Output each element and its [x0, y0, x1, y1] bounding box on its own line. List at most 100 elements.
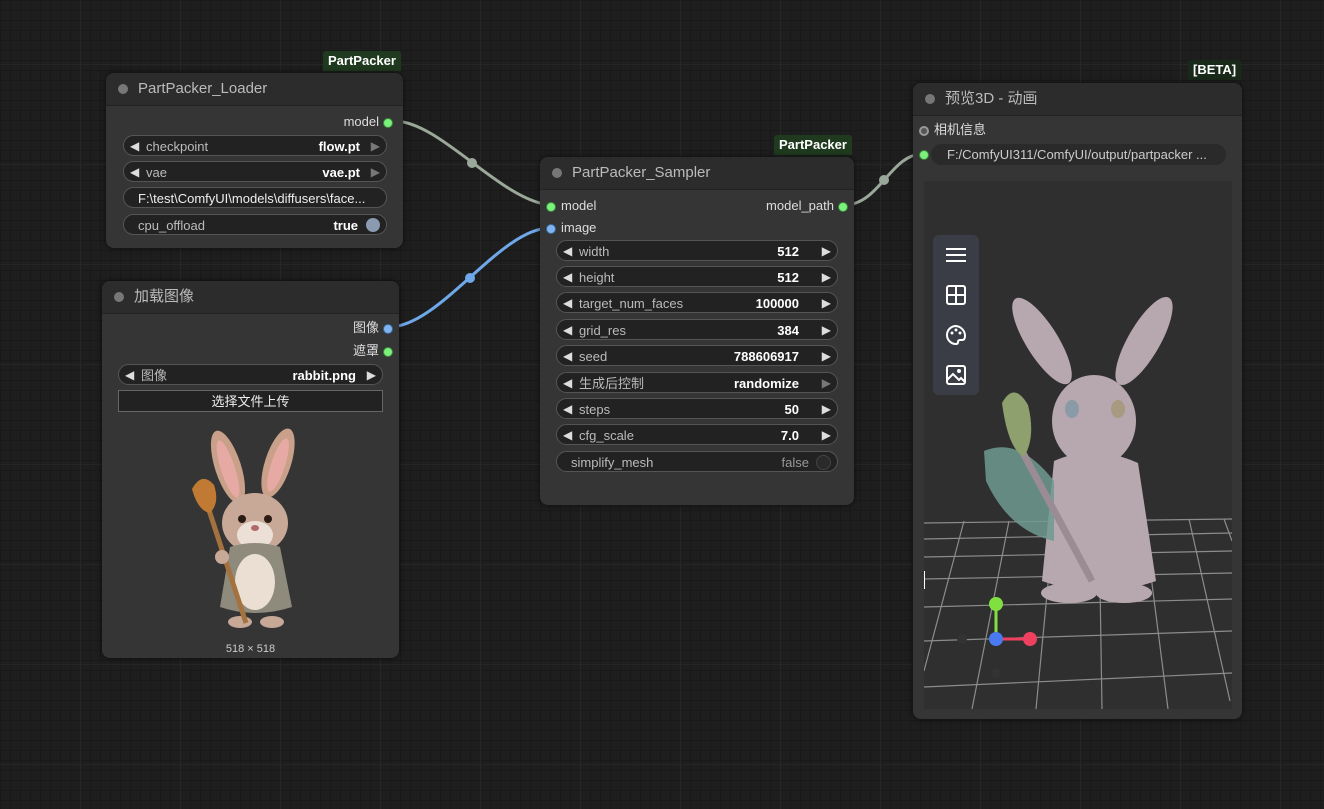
layout-grid-icon: [946, 285, 966, 305]
simplify-mesh-toggle[interactable]: simplify_mesh false: [556, 451, 838, 472]
increment-arrow-icon[interactable]: ▶: [371, 162, 380, 183]
model-file-value: F:/ComfyUI311/ComfyUI/output/partpacker …: [947, 147, 1207, 162]
decrement-arrow-icon[interactable]: ◀: [563, 320, 572, 341]
link-image-midpoint: [465, 273, 475, 283]
collapse-dot-icon[interactable]: [118, 84, 128, 94]
decrement-arrow-icon[interactable]: ◀: [563, 399, 572, 420]
input-slot-icon[interactable]: [546, 202, 556, 212]
sampler-input-model[interactable]: model: [546, 196, 666, 216]
output-slot-icon[interactable]: [838, 202, 848, 212]
loader-output-model-label: model: [343, 114, 379, 129]
widget-label: grid_res: [579, 323, 626, 338]
decrement-arrow-icon[interactable]: ◀: [563, 267, 572, 288]
increment-arrow-icon[interactable]: ▶: [822, 267, 831, 288]
widget-label: cfg_scale: [579, 428, 634, 443]
output-slot-icon[interactable]: [383, 324, 393, 334]
3d-viewer[interactable]: [924, 181, 1232, 709]
widget-label: width: [579, 244, 610, 259]
checkpoint-combo[interactable]: ◀ checkpoint flow.pt ▶: [123, 135, 387, 156]
target-num-faces-number[interactable]: ◀ target_num_faces 100000 ▶: [556, 292, 838, 313]
collapse-dot-icon[interactable]: [552, 168, 562, 178]
palette-button[interactable]: [933, 315, 979, 355]
vae-combo[interactable]: ◀ vae vae.pt ▶: [123, 161, 387, 182]
load-image-output-image[interactable]: 图像: [273, 318, 393, 338]
preview-input-camera[interactable]: 相机信息: [919, 120, 1119, 140]
cpu-offload-toggle[interactable]: cpu_offload true: [123, 214, 387, 235]
sampler-node-title[interactable]: PartPacker_Sampler: [540, 157, 854, 190]
control-after-generate-combo[interactable]: ◀ 生成后控制 randomize ▶: [556, 372, 838, 393]
input-slot-icon[interactable]: [546, 224, 556, 234]
link-model: [393, 119, 551, 207]
decrement-arrow-icon[interactable]: ◀: [130, 136, 139, 157]
increment-arrow-icon[interactable]: ▶: [822, 241, 831, 262]
decrement-arrow-icon[interactable]: ◀: [125, 365, 134, 386]
sampler-title-text: PartPacker_Sampler: [572, 164, 711, 181]
cpu-offload-label: cpu_offload: [138, 218, 205, 233]
model-path-field[interactable]: F:\test\ComfyUI\models\diffusers\face...: [123, 187, 387, 208]
preview3d-node[interactable]: 预览3D - 动画 相机信息 F:/ComfyUI311/ComfyUI/out…: [913, 83, 1242, 719]
sampler-node[interactable]: PartPacker_Sampler model image model_pat…: [540, 157, 854, 505]
collapse-dot-icon[interactable]: [925, 94, 935, 104]
palette-icon: [946, 324, 967, 346]
grid-res-number[interactable]: ◀ grid_res 384 ▶: [556, 319, 838, 340]
output-image-label: 图像: [352, 320, 379, 335]
output-model-path-label: model_path: [766, 198, 834, 213]
background-image-button[interactable]: [933, 355, 979, 395]
increment-arrow-icon[interactable]: ▶: [822, 373, 831, 394]
vae-value: vae.pt: [322, 165, 360, 180]
widget-label: steps: [579, 402, 611, 417]
decrement-arrow-icon[interactable]: ◀: [563, 293, 572, 314]
widget-value: 788606917: [733, 349, 799, 364]
cfg-scale-number[interactable]: ◀ cfg_scale 7.0 ▶: [556, 424, 838, 445]
toggle-knob-icon[interactable]: [366, 218, 380, 232]
upload-button[interactable]: 选择文件上传: [118, 390, 383, 412]
decrement-arrow-icon[interactable]: ◀: [563, 425, 572, 446]
increment-arrow-icon[interactable]: ▶: [822, 293, 831, 314]
output-slot-icon[interactable]: [383, 347, 393, 357]
link-model-midpoint: [467, 158, 477, 168]
decrement-arrow-icon[interactable]: ◀: [563, 241, 572, 262]
steps-number[interactable]: ◀ steps 50 ▶: [556, 398, 838, 419]
decrement-arrow-icon[interactable]: ◀: [563, 373, 572, 394]
simplify-mesh-label: simplify_mesh: [571, 455, 654, 470]
increment-arrow-icon[interactable]: ▶: [822, 425, 831, 446]
cpu-offload-value: true: [333, 218, 358, 233]
load-image-output-mask[interactable]: 遮罩: [273, 341, 393, 361]
seed-number[interactable]: ◀ seed 788606917 ▶: [556, 345, 838, 366]
increment-arrow-icon[interactable]: ▶: [371, 136, 380, 157]
toggle-knob-icon[interactable]: [816, 455, 831, 470]
width-number[interactable]: ◀ width 512 ▶: [556, 240, 838, 261]
widget-label: 生成后控制: [579, 376, 645, 391]
menu-icon: [946, 248, 966, 262]
sampler-input-image[interactable]: image: [546, 218, 666, 238]
widget-label: height: [579, 270, 615, 285]
decrement-arrow-icon[interactable]: ◀: [130, 162, 139, 183]
increment-arrow-icon[interactable]: ▶: [822, 399, 831, 420]
widget-value: 50: [784, 402, 799, 417]
output-slot-icon[interactable]: [383, 118, 393, 128]
link-model-path-midpoint: [879, 175, 889, 185]
load-image-node-title[interactable]: 加载图像: [102, 281, 399, 314]
layout-grid-button[interactable]: [933, 275, 979, 315]
loader-output-model[interactable]: model: [273, 112, 393, 132]
collapse-dot-icon[interactable]: [114, 292, 124, 302]
input-slot-icon[interactable]: [919, 126, 929, 136]
increment-arrow-icon[interactable]: ▶: [822, 346, 831, 367]
loader-node[interactable]: PartPacker_Loader model ◀ checkpoint flo…: [106, 73, 403, 248]
image-combo[interactable]: ◀ 图像 rabbit.png ▶: [118, 364, 383, 385]
load-image-node[interactable]: 加载图像 图像 遮罩 ◀ 图像 rabbit.png ▶ 选择文件上传 518 …: [102, 281, 399, 658]
model-file-field[interactable]: F:/ComfyUI311/ComfyUI/output/partpacker …: [931, 144, 1226, 165]
decrement-arrow-icon[interactable]: ◀: [563, 346, 572, 367]
widget-value: 7.0: [780, 428, 799, 443]
height-number[interactable]: ◀ height 512 ▶: [556, 266, 838, 287]
increment-arrow-icon[interactable]: ▶: [367, 365, 376, 386]
widget-label: seed: [579, 349, 608, 364]
input-model-label: model: [561, 198, 597, 213]
image-combo-value: rabbit.png: [292, 368, 356, 383]
increment-arrow-icon[interactable]: ▶: [822, 320, 831, 341]
loader-node-title[interactable]: PartPacker_Loader: [106, 73, 403, 106]
model-file-input-slot-icon[interactable]: [919, 150, 929, 160]
sampler-output-model-path[interactable]: model_path: [708, 196, 848, 216]
preview3d-node-title[interactable]: 预览3D - 动画: [913, 83, 1242, 116]
menu-button[interactable]: [933, 235, 979, 275]
